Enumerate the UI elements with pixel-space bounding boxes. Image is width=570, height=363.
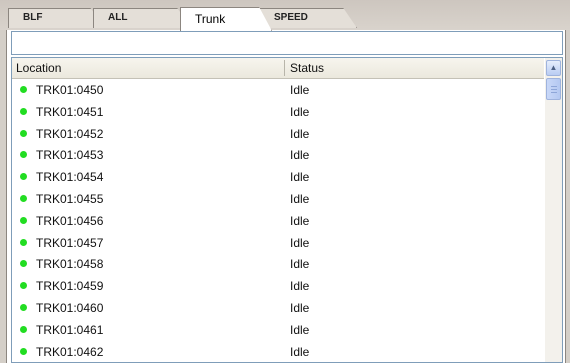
status-dot-icon xyxy=(20,173,27,181)
table-row[interactable]: TRK01:0452 Idle xyxy=(12,123,544,145)
table-row[interactable]: TRK01:0458 Idle xyxy=(12,253,544,275)
status-dot-icon xyxy=(20,282,27,290)
status-dot-icon xyxy=(20,260,27,268)
column-header-location[interactable]: Location xyxy=(16,61,61,75)
status-cell: Idle xyxy=(290,126,310,141)
table-row[interactable]: TRK01:0456 Idle xyxy=(12,210,544,232)
chevron-up-icon: ▲ xyxy=(549,63,558,72)
status-cell: Idle xyxy=(290,322,310,337)
status-dot-icon xyxy=(20,194,27,202)
status-cell: Idle xyxy=(290,344,310,359)
location-cell: TRK01:0457 xyxy=(36,235,104,250)
column-header-status[interactable]: Status xyxy=(290,61,324,75)
location-cell: TRK01:0461 xyxy=(36,322,104,337)
location-cell: TRK01:0453 xyxy=(36,148,104,163)
list-rows: TRK01:0450 Idle TRK01:0451 Idle TRK01:0452 Id… xyxy=(12,79,544,362)
status-cell: Idle xyxy=(290,83,310,97)
status-cell: Idle xyxy=(290,257,310,272)
status-dot-icon xyxy=(20,347,27,355)
status-dot-icon xyxy=(20,151,27,159)
table-row[interactable]: TRK01:0460 Idle xyxy=(12,297,544,319)
status-dot-icon xyxy=(20,216,27,224)
location-cell: TRK01:0458 xyxy=(36,257,104,272)
status-cell: Idle xyxy=(290,104,310,119)
table-row[interactable]: TRK01:0453 Idle xyxy=(12,144,544,166)
status-cell: Idle xyxy=(290,148,310,163)
grip-line xyxy=(551,92,557,93)
vertical-scrollbar[interactable]: ▲ xyxy=(545,58,562,362)
status-dot-icon xyxy=(20,303,27,311)
grip-line xyxy=(551,89,557,90)
trunk-panel: Location Status TRK01:0450 Idle TRK01:0451… xyxy=(6,30,566,363)
table-row[interactable]: TRK01:0451 Idle xyxy=(12,101,544,123)
status-cell: Idle xyxy=(290,191,310,206)
grip-line xyxy=(551,86,557,87)
table-row[interactable]: TRK01:0462 Idle xyxy=(12,341,544,362)
scroll-up-button[interactable]: ▲ xyxy=(546,60,561,76)
location-cell: TRK01:0459 xyxy=(36,279,104,294)
table-row[interactable]: TRK01:0455 Idle xyxy=(12,188,544,210)
location-cell: TRK01:0455 xyxy=(36,191,104,206)
tab-speed[interactable]: SPEED xyxy=(259,8,357,28)
scroll-thumb[interactable] xyxy=(546,78,561,100)
location-cell: TRK01:0450 xyxy=(36,83,104,97)
status-dot-icon xyxy=(20,129,27,137)
location-cell: TRK01:0460 xyxy=(36,300,104,315)
table-row[interactable]: TRK01:0461 Idle xyxy=(12,319,544,341)
tab-all[interactable]: ALL xyxy=(93,8,191,28)
status-dot-icon xyxy=(20,107,27,115)
location-cell: TRK01:0462 xyxy=(36,344,104,359)
status-dot-icon xyxy=(20,325,27,333)
filter-input[interactable] xyxy=(11,31,563,55)
tab-strip: BLF ALL Trunk SPEED xyxy=(0,0,570,31)
list-header: Location Status xyxy=(12,58,544,79)
tab-trunk[interactable]: Trunk xyxy=(180,7,272,31)
location-cell: TRK01:0456 xyxy=(36,213,104,228)
location-cell: TRK01:0454 xyxy=(36,170,104,185)
status-cell: Idle xyxy=(290,170,310,185)
status-cell: Idle xyxy=(290,235,310,250)
table-row[interactable]: TRK01:0457 Idle xyxy=(12,232,544,254)
location-cell: TRK01:0451 xyxy=(36,104,104,119)
status-dot-icon xyxy=(20,238,27,246)
table-row[interactable]: TRK01:0454 Idle xyxy=(12,166,544,188)
table-row[interactable]: TRK01:0450 Idle xyxy=(12,79,544,101)
table-row[interactable]: TRK01:0459 Idle xyxy=(12,275,544,297)
location-cell: TRK01:0452 xyxy=(36,126,104,141)
status-cell: Idle xyxy=(290,213,310,228)
tab-blf[interactable]: BLF xyxy=(8,8,104,28)
status-cell: Idle xyxy=(290,300,310,315)
column-divider[interactable] xyxy=(284,60,285,76)
status-cell: Idle xyxy=(290,279,310,294)
location-list: Location Status TRK01:0450 Idle TRK01:0451… xyxy=(11,57,563,363)
status-dot-icon xyxy=(20,86,27,93)
